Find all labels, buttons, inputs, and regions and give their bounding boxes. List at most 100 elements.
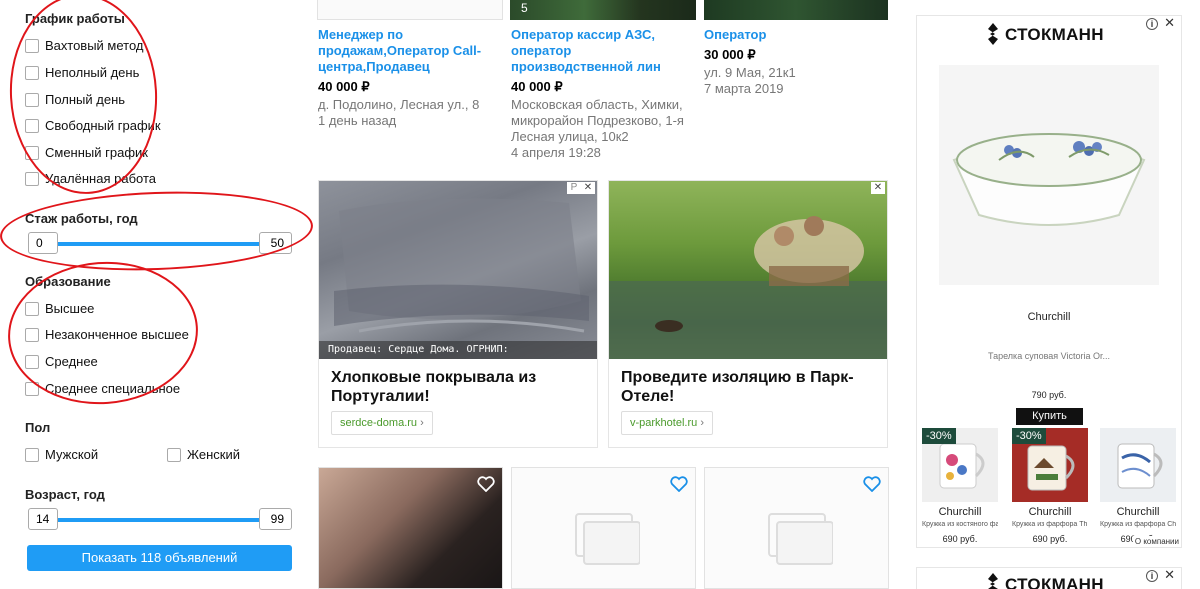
option-label: Удалённая работа: [45, 171, 157, 186]
chevron-right-icon: ›: [700, 417, 704, 429]
ad-link[interactable]: serdce-doma.ru ›: [331, 411, 433, 435]
listing-price: 40 000 ₽: [511, 79, 563, 94]
listing-price: 30 000 ₽: [704, 47, 756, 62]
checkbox[interactable]: [25, 354, 39, 369]
ad-link-text: serdce-doma.ru: [340, 417, 418, 429]
discount-badge: -30%: [922, 428, 956, 444]
schedule-option[interactable]: Удалённая работа: [25, 171, 156, 186]
range-track[interactable]: [53, 242, 262, 246]
option-label: Вахтовый метод: [45, 38, 144, 53]
experience-max-input[interactable]: 50: [259, 232, 292, 254]
education-option[interactable]: Среднее специальное: [25, 381, 180, 396]
heart-icon[interactable]: [477, 476, 495, 492]
age-range-slider[interactable]: 14 99: [28, 508, 292, 530]
product-name[interactable]: Churchill: [917, 311, 1181, 323]
heart-icon[interactable]: [670, 476, 688, 492]
listing-image[interactable]: [318, 467, 503, 589]
gender-male-option[interactable]: Мужской: [25, 447, 98, 462]
close-icon[interactable]: ✕: [1164, 567, 1175, 583]
gender-female-option[interactable]: Женский: [167, 447, 240, 462]
blanket-image: [334, 198, 589, 333]
age-min-input[interactable]: 14: [28, 508, 58, 530]
product-description: Кружка из фарфора Th...: [1012, 521, 1088, 528]
ad-headline[interactable]: Проведите изоляцию в Парк-Отеле!: [621, 368, 876, 406]
age-title: Возраст, год: [25, 487, 105, 502]
ad-link[interactable]: v-parkhotel.ru ›: [621, 411, 713, 435]
age-max-input[interactable]: 99: [259, 508, 292, 530]
brand-logo-icon: [988, 573, 998, 589]
product-image[interactable]: -30%: [922, 428, 998, 502]
listing-title[interactable]: Оператор: [704, 27, 884, 43]
listing-title[interactable]: Менеджер по продажам,Оператор Call-центр…: [318, 27, 503, 75]
schedule-title: График работы: [25, 11, 125, 26]
schedule-option[interactable]: Вахтовый метод: [25, 38, 144, 53]
checkbox[interactable]: [25, 65, 39, 80]
option-label: Сменный график: [45, 145, 148, 160]
experience-title: Стаж работы, год: [25, 211, 138, 226]
checkbox[interactable]: [25, 381, 39, 396]
option-label: Неполный день: [45, 65, 140, 80]
option-label: Среднее специальное: [45, 381, 181, 396]
close-icon[interactable]: ✕: [1164, 15, 1175, 31]
checkbox[interactable]: [25, 327, 39, 342]
schedule-option[interactable]: Свободный график: [25, 118, 161, 133]
show-results-button[interactable]: Показать 118 объявлений: [27, 545, 292, 571]
option-label: Незаконченное высшее: [45, 327, 189, 342]
checkbox[interactable]: [25, 145, 39, 160]
checkbox[interactable]: [25, 447, 39, 462]
ad-badge: Р: [567, 182, 581, 194]
schedule-option[interactable]: Сменный график: [25, 145, 148, 160]
checkbox[interactable]: [167, 447, 181, 462]
listing-image-placeholder[interactable]: [704, 467, 889, 589]
ad-image[interactable]: [609, 181, 887, 359]
close-icon[interactable]: ✕: [871, 182, 885, 194]
related-product[interactable]: -30% Churchill Кружка из костяного фарфо…: [922, 428, 998, 544]
option-label: Высшее: [45, 301, 95, 316]
about-company-link[interactable]: О компании: [1132, 536, 1181, 547]
experience-range-slider[interactable]: 0 50: [28, 232, 292, 254]
image-placeholder-icon: [768, 513, 833, 565]
product-name: Churchill: [1028, 506, 1072, 518]
ad-card[interactable]: Продавец: Сердце Дома. ОГРНИП: 311774629…: [318, 180, 598, 448]
info-icon[interactable]: i: [1146, 18, 1158, 30]
product-image[interactable]: [939, 65, 1159, 285]
related-product[interactable]: Churchill Кружка из фарфора Churchill ..…: [1100, 428, 1176, 544]
listing-title[interactable]: Оператор кассир АЗС, оператор производст…: [511, 27, 691, 75]
checkbox[interactable]: [25, 118, 39, 133]
buy-button[interactable]: Купить: [1016, 408, 1083, 425]
checkbox[interactable]: [25, 171, 39, 186]
listing-image[interactable]: 5: [510, 0, 696, 20]
brand-logo-icon: [988, 23, 998, 45]
option-label: Среднее: [45, 354, 98, 369]
side-advertisement[interactable]: СТОКМАНН i ✕: [916, 567, 1182, 589]
listing-image[interactable]: [704, 0, 888, 20]
checkbox[interactable]: [25, 301, 39, 316]
listing-date: 7 марта 2019: [704, 81, 784, 96]
checkbox[interactable]: [25, 38, 39, 53]
product-image[interactable]: [1100, 428, 1176, 502]
education-option[interactable]: Незаконченное высшее: [25, 327, 189, 342]
schedule-option[interactable]: Полный день: [25, 92, 125, 107]
ad-card[interactable]: ✕ Проведите изоляцию в Парк-Отеле! v-par…: [608, 180, 888, 448]
heart-icon[interactable]: [863, 476, 881, 492]
side-advertisement[interactable]: СТОКМАНН i ✕ Churchill Тарелка суповая V…: [916, 15, 1182, 548]
info-icon[interactable]: i: [1146, 570, 1158, 582]
option-label: Свободный график: [45, 118, 161, 133]
ad-image[interactable]: Продавец: Сердце Дома. ОГРНИП: 311774629…: [319, 181, 597, 359]
ad-caption: Продавец: Сердце Дома. ОГРНИП: 311774629…: [319, 341, 597, 359]
related-product[interactable]: -30% Churchill Кружка из фарфора Th... 6…: [1012, 428, 1088, 544]
listing-card: Менеджер по продажам,Оператор Call-центр…: [318, 27, 503, 129]
checkbox[interactable]: [25, 92, 39, 107]
ad-headline[interactable]: Хлопковые покрывала из Португалии!: [331, 368, 586, 406]
experience-min-input[interactable]: 0: [28, 232, 58, 254]
listing-date: 1 день назад: [318, 113, 397, 128]
range-track[interactable]: [53, 518, 262, 522]
education-title: Образование: [25, 274, 111, 289]
schedule-option[interactable]: Неполный день: [25, 65, 139, 80]
listing-image-placeholder[interactable]: [511, 467, 696, 589]
close-icon[interactable]: ✕: [581, 182, 595, 194]
product-image[interactable]: -30%: [1012, 428, 1088, 502]
education-option[interactable]: Высшее: [25, 301, 94, 316]
listing-image[interactable]: [317, 0, 503, 20]
education-option[interactable]: Среднее: [25, 354, 98, 369]
